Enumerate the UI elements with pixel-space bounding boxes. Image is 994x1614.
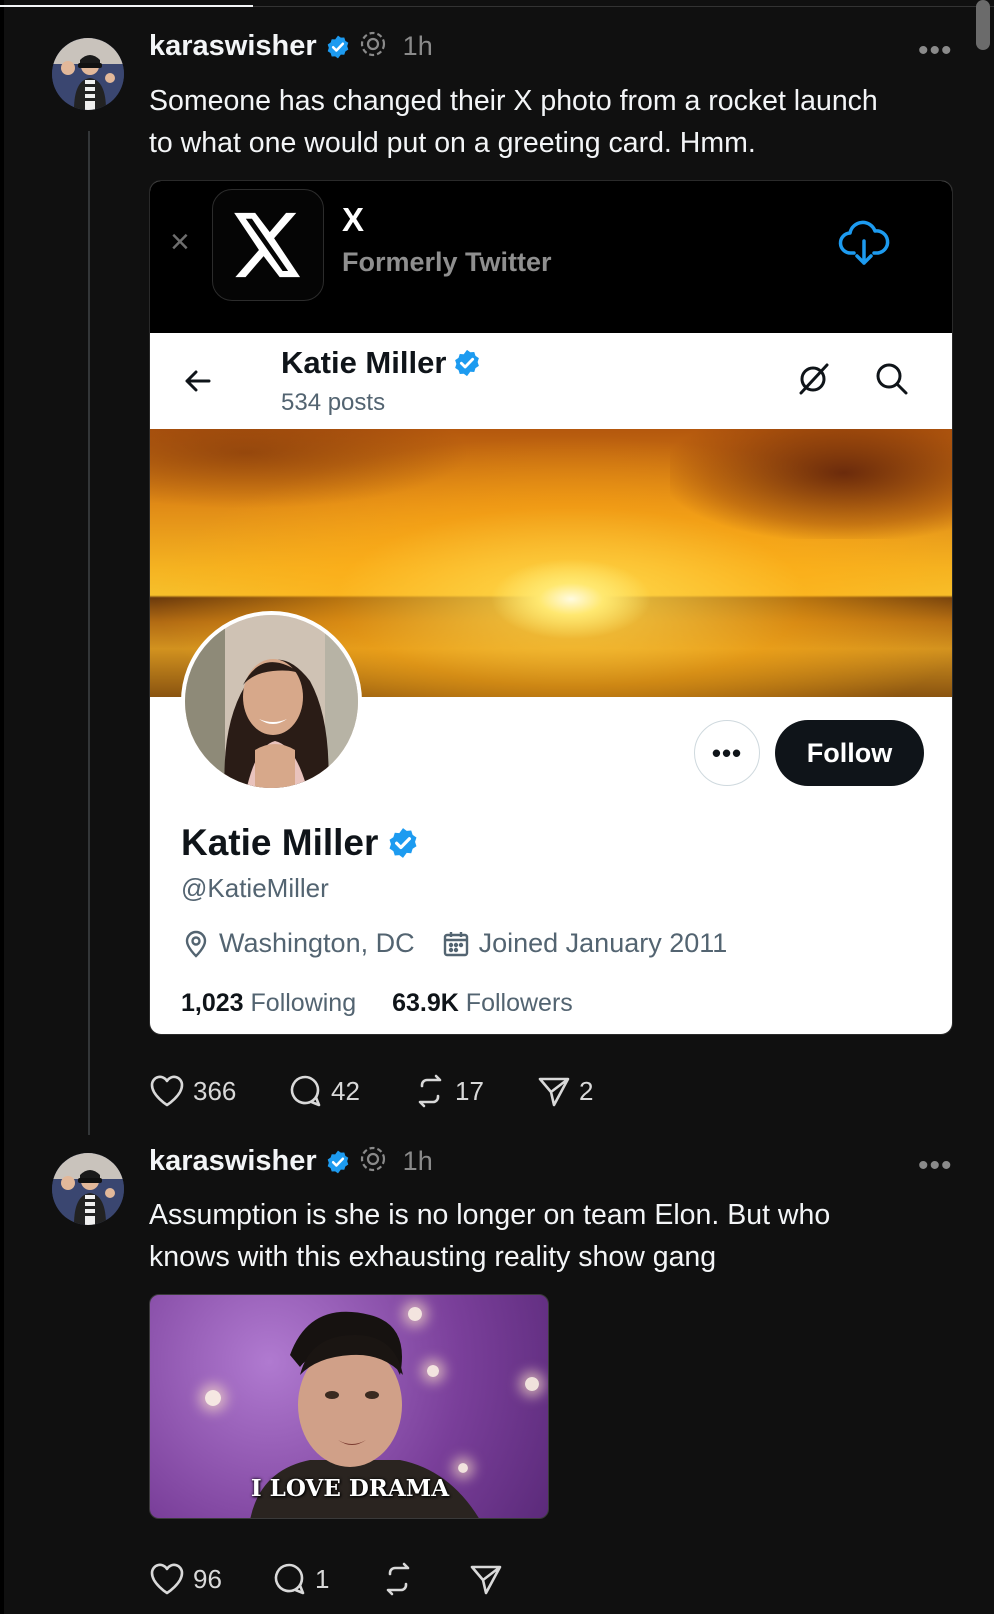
verified-badge-icon [325,34,351,60]
following-stat: 1,023 Following [181,989,356,1018]
profile-nav-bar: Katie Miller 534 posts [150,333,952,429]
repost-button[interactable]: 17 [413,1074,537,1108]
post-text: Someone has changed their X photo from a… [149,80,959,164]
verified-badge-icon [452,348,482,378]
profile-handle: @KatieMiller [181,873,329,903]
follow-button: Follow [775,720,924,786]
heart-icon [150,1563,184,1595]
verified-badge-icon [325,1149,351,1175]
profile-location: Washington, DC [219,928,415,958]
reply-count: 42 [331,1075,360,1106]
reply-button[interactable]: 42 [289,1074,413,1108]
threads-icon [359,1145,387,1178]
reply-icon [274,1563,305,1595]
more-options-icon[interactable]: ••• [918,34,953,68]
reply-count: 1 [315,1563,330,1594]
gif-caption: I LOVE DRAMA [250,1475,450,1502]
profile-name-text: Katie Miller [181,822,379,863]
send-icon [538,1077,570,1107]
x-logo-icon [212,189,324,301]
nav-post-count: 534 posts [281,389,386,416]
followers-count: 63.9K [392,989,459,1017]
post-header: karaswisher 1h [149,30,433,63]
avatar[interactable] [52,1153,124,1225]
gif-image[interactable]: I LOVE DRAMA [149,1294,549,1519]
app-subtitle: Formerly Twitter [342,247,552,277]
app-name: X [342,201,365,238]
repost-count: 17 [455,1075,484,1106]
repost-icon [418,1074,442,1108]
post-text-line: Someone has changed their X photo from a… [149,85,878,117]
reply-button[interactable]: 1 [273,1562,381,1596]
followers-stat: 63.9K Followers [392,989,573,1018]
verified-badge-icon [386,826,420,860]
share-button[interactable]: 2 [537,1074,593,1108]
repost-button[interactable] [381,1562,469,1596]
embedded-screenshot[interactable]: × X Formerly Twitter Katie Miller 534 po… [149,180,953,1035]
post-time: 1h [402,31,433,61]
followers-label: Followers [465,989,573,1017]
window-edge [0,0,4,1614]
post-text-line: to what one would put on a greeting card… [149,127,756,159]
like-button[interactable]: 96 [149,1562,273,1596]
send-icon [470,1565,502,1595]
post-actions: 366 42 17 2 [149,1074,593,1108]
more-options-button: ••• [694,720,760,786]
grok-icon [795,361,831,402]
heart-icon [150,1075,184,1107]
share-count: 2 [579,1075,594,1106]
close-icon: × [170,223,190,261]
more-options-icon[interactable]: ••• [918,1149,953,1183]
tab-indicator [0,0,994,8]
calendar-icon [441,929,471,959]
nav-name: Katie Miller [281,345,447,380]
back-arrow-icon [182,365,214,402]
profile-joined: Joined January 2011 [478,928,728,958]
avatar-photo [52,38,124,110]
avatar[interactable] [52,38,124,110]
profile-stats: 1,023 Following 63.9K Followers [181,989,573,1018]
active-tab-underline [0,5,253,7]
like-button[interactable]: 366 [149,1074,289,1108]
reply-icon [290,1075,321,1107]
post-actions: 96 1 [149,1562,511,1596]
nav-profile-name: Katie Miller [281,345,482,381]
repost-icon [386,1562,410,1596]
search-icon [874,361,910,402]
avatar-photo [52,1153,124,1225]
like-count: 366 [193,1075,237,1106]
thread-line [88,131,90,1135]
post-text-line: knows with this exhausting reality show … [149,1241,717,1273]
share-button[interactable] [469,1562,511,1596]
post-header: karaswisher 1h [149,1145,433,1178]
post-text: Assumption is she is no longer on team E… [149,1194,959,1278]
threads-icon [359,30,387,63]
following-count: 1,023 [181,989,244,1017]
scrollbar[interactable] [976,0,990,50]
profile-photo [181,611,362,792]
profile-name: Katie Miller [181,822,420,864]
cloud-download-icon [838,219,890,272]
username[interactable]: karaswisher [149,30,317,63]
app-banner: × X Formerly Twitter [150,181,952,333]
following-label: Following [250,989,357,1017]
post-time: 1h [402,1146,433,1176]
username[interactable]: karaswisher [149,1145,317,1178]
post-text-line: Assumption is she is no longer on team E… [149,1199,831,1231]
profile-meta: Washington, DC Joined January 2011 [181,928,727,959]
like-count: 96 [193,1563,222,1594]
location-pin-icon [181,929,211,959]
